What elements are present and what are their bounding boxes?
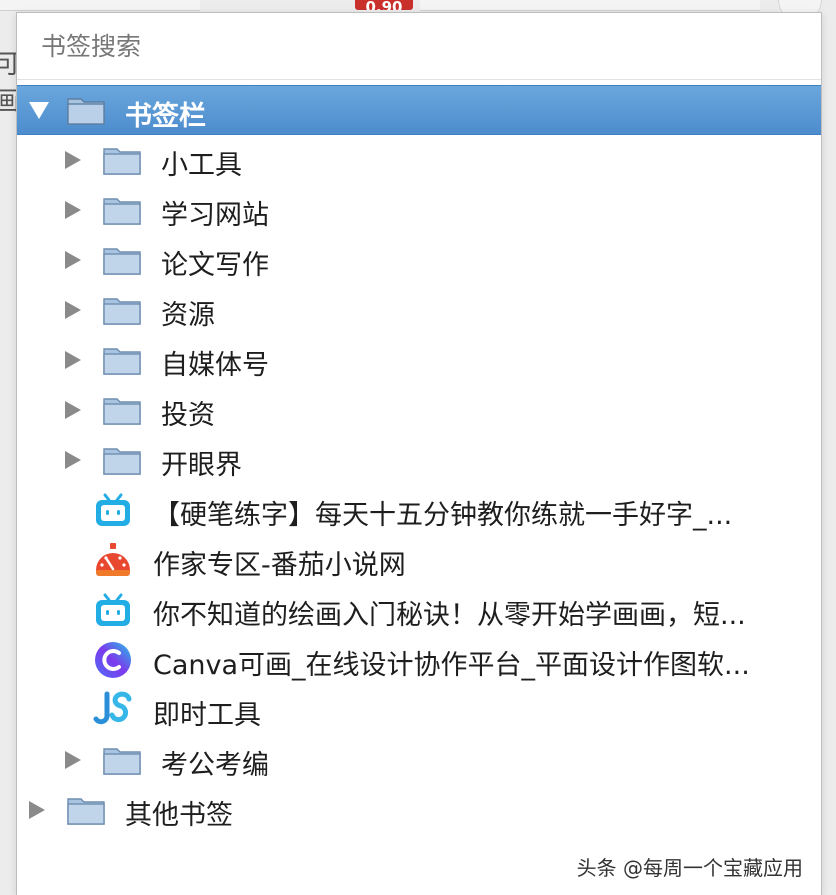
bookmark-folder-item[interactable]: 资源 — [17, 285, 821, 335]
bookmark-search-box — [17, 13, 821, 80]
bookmark-folder-item[interactable]: 考公考编 — [17, 735, 821, 785]
bookmark-link-item[interactable]: 即时工具 — [17, 685, 821, 735]
canva-icon — [93, 640, 133, 680]
js-tool-icon — [93, 690, 133, 730]
bookmark-link-item[interactable]: 作家专区-番茄小说网 — [17, 535, 821, 585]
collapse-arrow-icon[interactable] — [65, 151, 81, 169]
bookmark-folder-item[interactable]: 自媒体号 — [17, 335, 821, 385]
folder-icon — [103, 295, 141, 325]
collapse-arrow-icon[interactable] — [65, 251, 81, 269]
bookmark-folder-item[interactable]: 开眼界 — [17, 435, 821, 485]
fanqie-icon — [93, 540, 133, 580]
folder-icon — [67, 95, 105, 125]
bookmark-folder-item[interactable]: 论文写作 — [17, 235, 821, 285]
bookmark-link-label: 即时工具 — [153, 700, 261, 731]
bookmark-folder-label: 论文写作 — [161, 250, 269, 281]
collapse-arrow-icon[interactable] — [65, 751, 81, 769]
bilibili-icon — [93, 490, 133, 530]
bookmark-search-input[interactable] — [39, 27, 803, 65]
folder-icon — [103, 345, 141, 375]
bookmark-tree: 书签栏 小工具 学习网站 论文写作 资源 自媒体号 投资 开眼界 【硬笔练字】每… — [17, 85, 821, 835]
background-badge: 0.90 — [355, 0, 413, 10]
bookmark-folder-item[interactable]: 学习网站 — [17, 185, 821, 235]
bilibili-icon — [93, 590, 133, 630]
bookmark-link-label: 【硬笔练字】每天十五分钟教你练就一手好字_... — [153, 500, 733, 531]
bookmark-folder-item[interactable]: 小工具 — [17, 135, 821, 185]
bookmark-popup-panel: 书签栏 小工具 学习网站 论文写作 — [16, 12, 822, 895]
other-bookmarks-label: 其他书签 — [125, 800, 233, 831]
collapse-arrow-icon[interactable] — [65, 351, 81, 369]
folder-icon — [103, 245, 141, 275]
bookmark-link-label: 作家专区-番茄小说网 — [153, 550, 406, 581]
bookmark-folder-label: 资源 — [161, 300, 215, 331]
background-tab-right — [420, 0, 760, 11]
bookmark-folder-label: 小工具 — [161, 150, 242, 181]
bookmark-folder-item[interactable]: 投资 — [17, 385, 821, 435]
folder-icon — [103, 395, 141, 425]
folder-icon — [103, 745, 141, 775]
bookmark-link-item[interactable]: Canva可画_在线设计协作平台_平面设计作图软... — [17, 635, 821, 685]
other-bookmarks-folder[interactable]: 其他书签 — [17, 785, 821, 835]
folder-icon — [103, 195, 141, 225]
collapse-arrow-icon[interactable] — [29, 801, 45, 819]
bookmark-link-item[interactable]: 你不知道的绘画入门秘诀！从零开始学画画，短... — [17, 585, 821, 635]
bookmark-folder-label: 自媒体号 — [161, 350, 269, 381]
background-edge-text: 可画 — [0, 50, 16, 117]
collapse-arrow-icon[interactable] — [65, 301, 81, 319]
folder-icon — [103, 145, 141, 175]
bookmark-link-label: Canva可画_在线设计协作平台_平面设计作图软... — [153, 650, 750, 681]
bookmarks-bar-folder[interactable]: 书签栏 — [17, 85, 821, 135]
bookmark-link-label: 你不知道的绘画入门秘诀！从零开始学画画，短... — [153, 600, 746, 631]
bookmark-folder-label: 学习网站 — [161, 200, 269, 231]
bookmark-link-item[interactable]: 【硬笔练字】每天十五分钟教你练就一手好字_... — [17, 485, 821, 535]
collapse-arrow-icon[interactable] — [65, 451, 81, 469]
folder-icon — [67, 795, 105, 825]
watermark-text: 头条 @每周一个宝藏应用 — [576, 856, 803, 880]
collapse-arrow-icon[interactable] — [65, 401, 81, 419]
folder-icon — [103, 445, 141, 475]
background-tab-left — [0, 0, 200, 11]
expand-arrow-icon[interactable] — [29, 102, 49, 119]
bookmark-folder-label: 考公考编 — [161, 750, 269, 781]
collapse-arrow-icon[interactable] — [65, 201, 81, 219]
bookmarks-bar-label: 书签栏 — [125, 101, 206, 132]
bookmark-folder-label: 投资 — [161, 400, 215, 431]
bookmark-folder-label: 开眼界 — [161, 450, 242, 481]
